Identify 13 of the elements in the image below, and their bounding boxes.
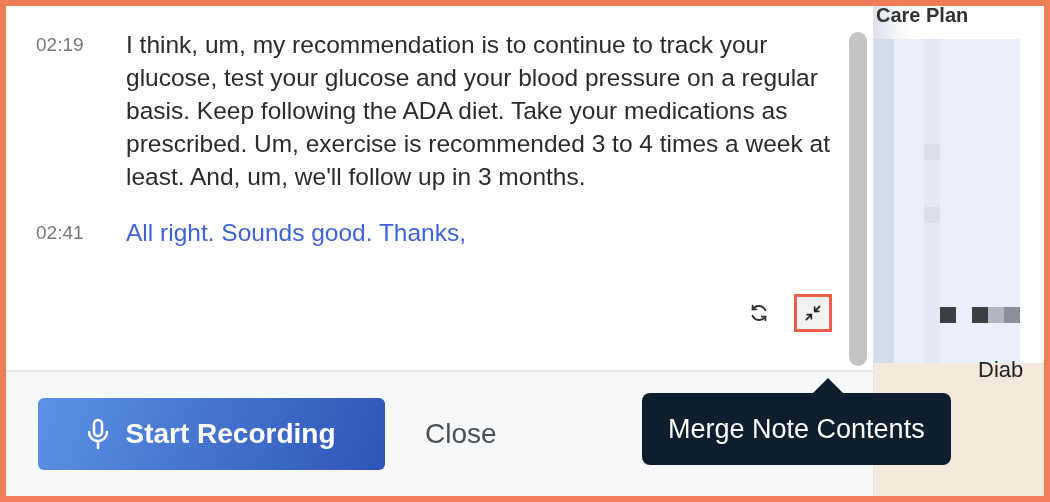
timestamp: 02:19	[35, 33, 84, 57]
panel-title: Care Plan	[875, 5, 970, 25]
transcript-text: All right. Sounds good. Thanks,	[126, 218, 468, 248]
close-button[interactable]: Close	[425, 418, 497, 450]
timestamp: 02:41	[35, 221, 84, 245]
microphone-icon	[87, 418, 110, 450]
start-recording-button[interactable]: Start Recording	[38, 398, 385, 470]
merge-button[interactable]	[794, 294, 832, 332]
collapse-arrows-icon	[803, 303, 823, 323]
tooltip: Merge Note Contents	[642, 378, 951, 465]
panel-label: Diab	[978, 359, 1025, 381]
scrollbar[interactable]	[849, 32, 867, 366]
transcript-text: I think, um, my recommendation is to continue to track your glucose, test your glucose and your blood pressure on a regular basis. Keep following the ADA diet. Take your medications as prescribed. Um, exercise is recommended 3 to 4 times a week at least. And, um, we'll follow up in 3 months.	[126, 30, 831, 192]
